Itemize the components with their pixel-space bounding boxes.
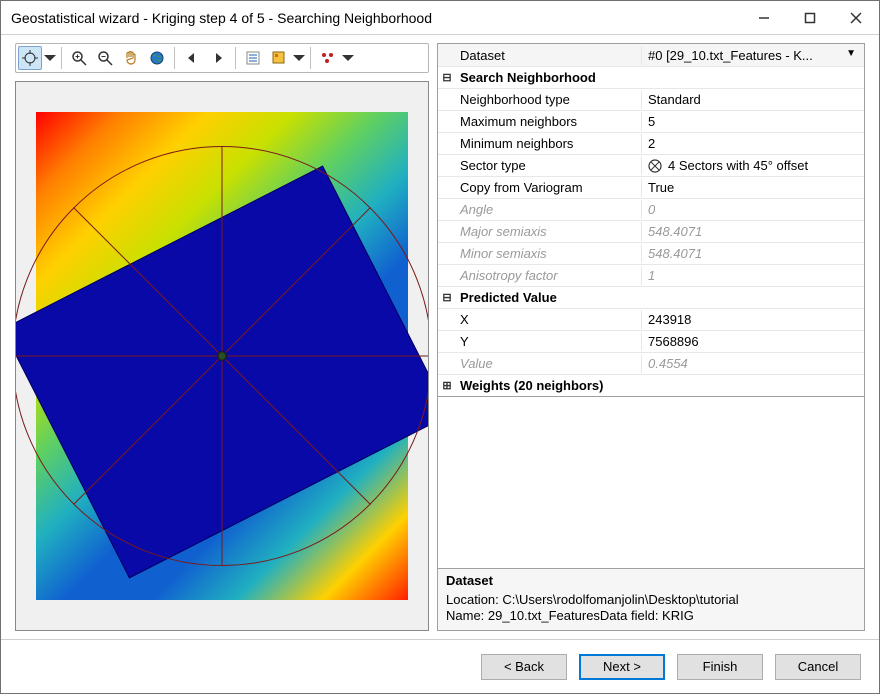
points-icon xyxy=(320,50,336,66)
row-major-semiaxis: Major semiaxis 548.4071 xyxy=(438,220,864,242)
sector-type-value[interactable]: 4 Sectors with 45° offset xyxy=(641,156,864,175)
next-extent-tool[interactable] xyxy=(206,46,230,70)
row-copy-from-variogram[interactable]: Copy from Variogram True xyxy=(438,176,864,198)
window-title: Geostatistical wizard - Kriging step 4 o… xyxy=(11,10,741,26)
angle-value: 0 xyxy=(641,200,864,219)
value-value: 0.4554 xyxy=(641,354,864,373)
neighborhood-type-value[interactable]: Standard xyxy=(641,90,864,109)
row-value: Value 0.4554 xyxy=(438,352,864,374)
chevron-down-icon xyxy=(342,52,354,64)
collapse-icon[interactable]: ⊟ xyxy=(438,291,456,304)
dataset-label: Dataset xyxy=(456,46,641,65)
close-button[interactable] xyxy=(833,1,879,34)
finish-button[interactable]: Finish xyxy=(677,654,763,680)
center-marker xyxy=(217,351,227,361)
toolbar-sep xyxy=(61,47,62,69)
titlebar: Geostatistical wizard - Kriging step 4 o… xyxy=(1,1,879,35)
row-x[interactable]: X 243918 xyxy=(438,308,864,330)
section-weights[interactable]: ⊞ Weights (20 neighbors) xyxy=(438,374,864,396)
cancel-button[interactable]: Cancel xyxy=(775,654,861,680)
major-semiaxis-value: 548.4071 xyxy=(641,222,864,241)
next-button[interactable]: Next > xyxy=(579,654,665,680)
collapse-icon[interactable]: ⊟ xyxy=(438,71,456,84)
chevron-down-icon xyxy=(44,52,56,64)
zoom-out-tool[interactable] xyxy=(93,46,117,70)
arrow-right-icon xyxy=(210,50,226,66)
crosshair-dropdown[interactable] xyxy=(44,46,56,70)
wizard-footer: < Back Next > Finish Cancel xyxy=(1,639,879,693)
right-panel: Dataset #0 [29_10.txt_Features - K...▼ ⊟… xyxy=(437,35,879,639)
zoom-in-icon xyxy=(71,50,87,66)
y-value[interactable]: 7568896 xyxy=(641,332,864,351)
minimize-button[interactable] xyxy=(741,1,787,34)
property-grid-empty xyxy=(437,397,865,568)
sector-icon xyxy=(648,159,662,173)
section-search-neighborhood[interactable]: ⊟ Search Neighborhood xyxy=(438,66,864,88)
hand-icon xyxy=(123,50,139,66)
toolbar-sep xyxy=(310,47,311,69)
pan-tool[interactable] xyxy=(119,46,143,70)
chevron-down-icon: ▼ xyxy=(846,48,856,59)
layer-picker-dropdown[interactable] xyxy=(293,46,305,70)
full-extent-tool[interactable] xyxy=(145,46,169,70)
dataset-row[interactable]: Dataset #0 [29_10.txt_Features - K...▼ xyxy=(438,44,864,66)
toolbar-sep xyxy=(235,47,236,69)
help-heading: Dataset xyxy=(446,573,856,589)
property-grid: Dataset #0 [29_10.txt_Features - K...▼ ⊟… xyxy=(437,43,865,397)
maximize-button[interactable] xyxy=(787,1,833,34)
copy-from-variogram-value[interactable]: True xyxy=(641,178,864,197)
crosshair-tool[interactable] xyxy=(18,46,42,70)
list-tool[interactable] xyxy=(241,46,265,70)
row-neighborhood-type[interactable]: Neighborhood type Standard xyxy=(438,88,864,110)
points-dropdown[interactable] xyxy=(342,46,354,70)
row-minor-semiaxis: Minor semiaxis 548.4071 xyxy=(438,242,864,264)
list-icon xyxy=(245,50,261,66)
points-tool[interactable] xyxy=(316,46,340,70)
close-icon xyxy=(850,12,862,24)
x-value[interactable]: 243918 xyxy=(641,310,864,329)
row-angle: Angle 0 xyxy=(438,198,864,220)
minor-semiaxis-value: 548.4071 xyxy=(641,244,864,263)
anisotropy-value: 1 xyxy=(641,266,864,285)
arrow-left-icon xyxy=(184,50,200,66)
preview-map[interactable] xyxy=(15,81,429,631)
row-sector-type[interactable]: Sector type 4 Sectors with 45° offset xyxy=(438,154,864,176)
row-y[interactable]: Y 7568896 xyxy=(438,330,864,352)
maximize-icon xyxy=(804,12,816,24)
max-neighbors-value[interactable]: 5 xyxy=(641,112,864,131)
dataset-value[interactable]: #0 [29_10.txt_Features - K...▼ xyxy=(641,46,864,65)
preview-map-inner xyxy=(16,82,428,630)
toolbar-sep xyxy=(174,47,175,69)
layer-picker-tool[interactable] xyxy=(267,46,291,70)
zoom-out-icon xyxy=(97,50,113,66)
row-anisotropy: Anisotropy factor 1 xyxy=(438,264,864,286)
layer-icon xyxy=(271,50,287,66)
section-predicted-value[interactable]: ⊟ Predicted Value xyxy=(438,286,864,308)
wizard-window: Geostatistical wizard - Kriging step 4 o… xyxy=(0,0,880,694)
map-toolbar xyxy=(15,43,429,73)
crosshair-icon xyxy=(22,50,38,66)
chevron-down-icon xyxy=(293,52,305,64)
zoom-in-tool[interactable] xyxy=(67,46,91,70)
row-min-neighbors[interactable]: Minimum neighbors 2 xyxy=(438,132,864,154)
row-max-neighbors[interactable]: Maximum neighbors 5 xyxy=(438,110,864,132)
help-panel: Dataset Location: C:\Users\rodolfomanjol… xyxy=(437,568,865,631)
expand-icon[interactable]: ⊞ xyxy=(438,379,456,392)
back-button[interactable]: < Back xyxy=(481,654,567,680)
globe-icon xyxy=(149,50,165,66)
prev-extent-tool[interactable] xyxy=(180,46,204,70)
help-line-1: Location: C:\Users\rodolfomanjolin\Deskt… xyxy=(446,592,856,608)
minimize-icon xyxy=(758,12,770,24)
wizard-body: Dataset #0 [29_10.txt_Features - K...▼ ⊟… xyxy=(1,35,879,639)
help-line-2: Name: 29_10.txt_FeaturesData field: KRIG xyxy=(446,608,856,624)
left-panel xyxy=(1,35,437,639)
min-neighbors-value[interactable]: 2 xyxy=(641,134,864,153)
